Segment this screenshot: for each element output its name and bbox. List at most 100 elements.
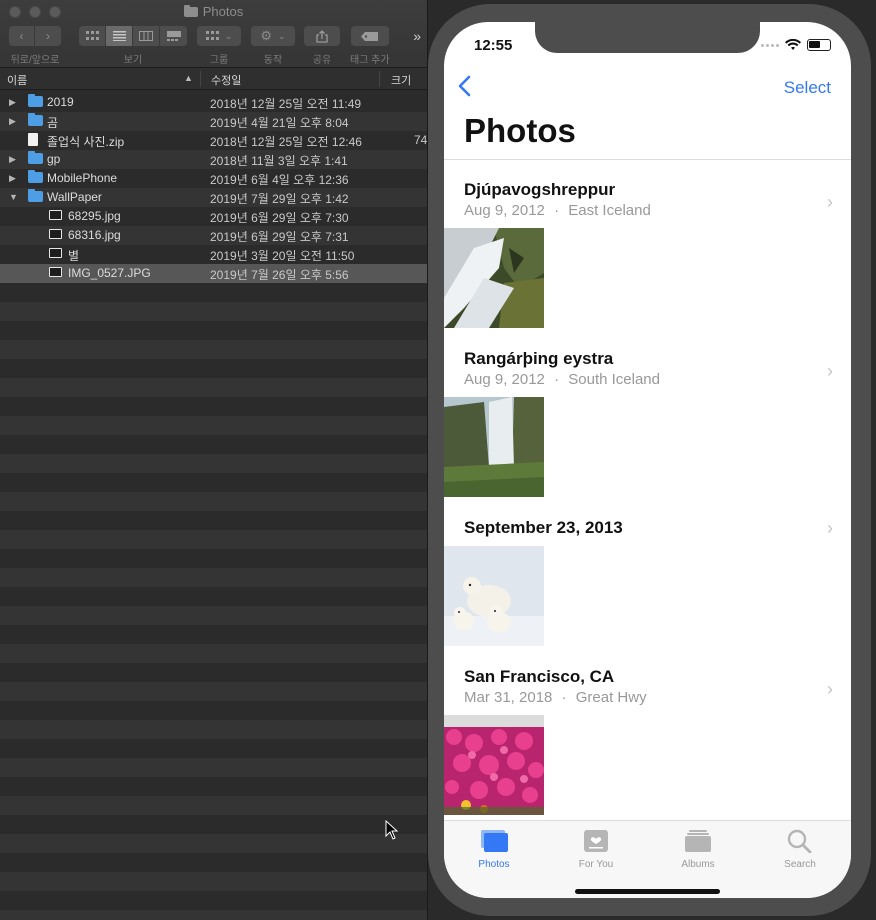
file-size: 74	[414, 133, 428, 147]
back-forward-label: 뒤로/앞으로	[10, 55, 60, 66]
chevron-right-icon: ›	[827, 518, 833, 538]
disclosure-collapsed-icon[interactable]: ▶	[9, 173, 16, 184]
file-modified-date: 2018년 11월 3일 오후 1:41	[210, 154, 348, 168]
for-you-icon	[584, 830, 608, 852]
moment-location: South Iceland	[568, 371, 660, 388]
action-group: ⚙ ⌄ 동작	[251, 26, 295, 66]
toolbar-overflow-button[interactable]: »	[413, 28, 421, 44]
photo-thumbnail-polar-bears[interactable]	[444, 546, 544, 646]
column-view-icon	[139, 31, 153, 41]
back-chevron-icon[interactable]	[456, 74, 476, 98]
tags-label: 태그 추가	[350, 55, 390, 66]
file-row[interactable]: ▶ MobilePhone 2019년 6월 4일 오후 12:36	[0, 169, 427, 188]
battery-icon	[807, 39, 831, 51]
icon-view-button[interactable]	[79, 26, 106, 46]
file-modified-date: 2019년 6월 29일 오후 7:30	[210, 211, 349, 225]
file-name: gp	[47, 152, 61, 166]
folder-icon	[28, 170, 43, 183]
photo-thumbnail-waterfall-rocks[interactable]	[444, 228, 544, 328]
file-row[interactable]: 졸업식 사진.zip 2018년 12월 25일 오전 12:46 74	[0, 131, 427, 150]
back-forward-group: ‹ › 뒤로/앞으로	[9, 26, 61, 66]
tab-for-you[interactable]: For You	[546, 829, 646, 870]
status-time: 12:55	[474, 37, 513, 54]
disclosure-expanded-icon[interactable]: ▼	[9, 192, 18, 202]
group-button[interactable]: ⌄	[197, 26, 241, 46]
file-name: WallPaper	[47, 190, 102, 204]
file-name: MobilePhone	[47, 171, 118, 185]
folder-icon	[28, 151, 43, 164]
action-button[interactable]: ⚙ ⌄	[251, 26, 295, 46]
tab-photos[interactable]: Photos	[444, 829, 544, 870]
moment-separator: ·	[561, 689, 567, 706]
tab-albums[interactable]: Albums	[648, 829, 748, 870]
share-button[interactable]	[304, 26, 340, 46]
size-column-header[interactable]: 크기	[391, 72, 411, 88]
file-row[interactable]: ▶ 2019 2018년 12월 25일 오전 11:49	[0, 93, 427, 112]
tag-icon	[360, 31, 378, 41]
tab-label: Albums	[681, 859, 715, 870]
tab-bar: Photos For You Albums Search	[444, 820, 851, 898]
moment-date: Aug 9, 2012	[464, 202, 545, 219]
chevron-left-icon: ‹	[19, 29, 24, 43]
file-row[interactable]: ▼ WallPaper 2019년 7월 29일 오후 1:42	[0, 188, 427, 207]
group-label: 그룹	[209, 55, 229, 66]
iphone-frame: 12:55 Select Photos Djúpavogshreppur Aug…	[428, 4, 871, 916]
sort-ascending-icon: ▲	[184, 73, 193, 83]
file-name: 곰	[47, 116, 59, 130]
chevron-right-icon: ›	[827, 679, 833, 699]
select-button[interactable]: Select	[784, 78, 831, 98]
finder-window: Photos ‹ › 뒤로/앞으로 보기 ⌄ 그룹 ⚙ ⌄ 동작 공유 태그 추…	[0, 0, 428, 920]
title-divider	[444, 159, 851, 160]
tab-label: For You	[578, 859, 614, 870]
file-modified-date: 2018년 12월 25일 오전 11:49	[210, 97, 362, 111]
folder-icon	[183, 4, 198, 17]
image-file-icon	[49, 210, 62, 220]
file-row[interactable]: 68295.jpg 2019년 6월 29일 오후 7:30	[0, 207, 427, 226]
tags-button[interactable]	[351, 26, 389, 46]
column-view-button[interactable]	[133, 26, 160, 46]
cellular-signal-icon	[761, 43, 779, 47]
tab-label: Photos	[478, 859, 510, 870]
list-view-icon	[112, 31, 126, 41]
image-file-icon	[49, 267, 62, 277]
home-indicator[interactable]	[575, 889, 720, 894]
file-name: 68295.jpg	[68, 209, 121, 223]
name-column-header[interactable]: 이름	[7, 72, 27, 88]
share-group: 공유	[304, 26, 340, 66]
status-icons	[761, 39, 831, 51]
modified-column-header[interactable]: 수정일	[211, 72, 241, 88]
file-modified-date: 2019년 3월 20일 오전 11:50	[210, 249, 355, 263]
file-row[interactable]: 별 2019년 3월 20일 오전 11:50	[0, 245, 427, 264]
file-modified-date: 2019년 6월 29일 오후 7:31	[210, 230, 349, 244]
icon-view-icon	[85, 31, 99, 40]
file-row[interactable]: ▶ gp 2018년 11월 3일 오후 1:41	[0, 150, 427, 169]
file-row[interactable]: ▶ 곰 2019년 4월 21일 오후 8:04	[0, 112, 427, 131]
group-group: ⌄ 그룹	[197, 26, 241, 66]
disclosure-collapsed-icon[interactable]: ▶	[9, 154, 16, 165]
gallery-view-button[interactable]	[160, 26, 187, 46]
phone-screen: 12:55 Select Photos Djúpavogshreppur Aug…	[444, 22, 851, 898]
notch	[535, 22, 760, 53]
tags-group: 태그 추가	[350, 26, 390, 66]
chevron-right-icon: ›	[827, 192, 833, 212]
gallery-view-icon	[166, 31, 181, 41]
share-label: 공유	[312, 55, 332, 66]
back-button[interactable]: ‹	[9, 26, 35, 46]
tab-search[interactable]: Search	[750, 829, 850, 870]
file-row[interactable]: 68316.jpg 2019년 6월 29일 오후 7:31	[0, 226, 427, 245]
disclosure-collapsed-icon[interactable]: ▶	[9, 97, 16, 108]
file-modified-date: 2018년 12월 25일 오전 12:46	[210, 135, 362, 149]
moment-subtitle: Aug 9, 2012 · East Iceland	[464, 202, 651, 219]
moment-separator: ·	[554, 202, 560, 219]
file-list: ▶ 2019 2018년 12월 25일 오전 11:49 ▶ 곰 2019년 4월 21…	[0, 93, 427, 920]
photo-thumbnail-pink-flowers[interactable]	[444, 715, 544, 815]
photo-thumbnail-waterfall-cliff[interactable]	[444, 397, 544, 497]
file-name: 별	[68, 249, 80, 263]
file-name: 졸업식 사진.zip	[47, 135, 125, 149]
photos-icon	[481, 830, 508, 852]
forward-button[interactable]: ›	[35, 26, 61, 46]
list-view-button[interactable]	[106, 26, 133, 46]
disclosure-collapsed-icon[interactable]: ▶	[9, 116, 16, 127]
file-row[interactable]: IMG_0527.JPG 2019년 7월 26일 오후 5:56	[0, 264, 427, 283]
view-label: 보기	[123, 55, 143, 66]
